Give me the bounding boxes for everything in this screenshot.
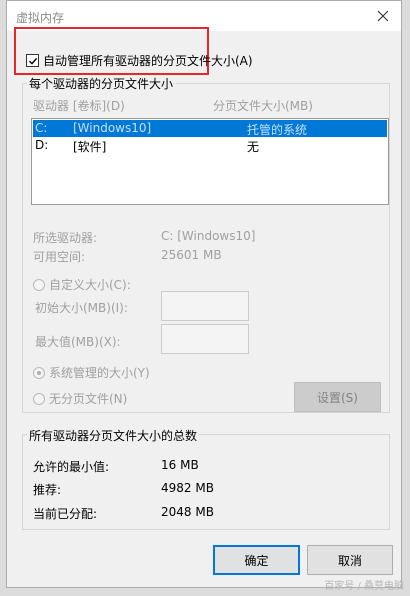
system-managed-radio[interactable] <box>33 366 45 379</box>
max-size-label: 最大值(MB)(X): <box>35 335 121 349</box>
set-button[interactable]: 设置(S) <box>294 382 381 412</box>
watermark: 百家号 / 桑莫电脑 <box>324 581 404 592</box>
no-paging-radio[interactable] <box>33 392 45 405</box>
dialog-title: 虚拟内存 <box>16 11 65 25</box>
checkmark-icon <box>28 57 37 65</box>
close-button[interactable] <box>369 3 397 29</box>
custom-size-label: 自定义大小(C): <box>49 278 131 292</box>
drive-list[interactable]: C: [Windows10] 托管的系统 D: [软件] 无 <box>31 118 389 205</box>
drive-volume-label: [Windows10] <box>73 121 152 135</box>
system-managed-label: 系统管理的大小(Y) <box>49 366 150 380</box>
max-size-input[interactable] <box>161 324 249 354</box>
virtual-memory-dialog: 虚拟内存 自动管理所有驱动器的分页文件大小(A) 每个驱动器的分页文件大小 驱动… <box>6 0 402 588</box>
custom-size-radio-row[interactable]: 自定义大小(C): <box>33 276 131 293</box>
system-managed-radio-row[interactable]: 系统管理的大小(Y) <box>33 364 150 381</box>
selected-drive-value: C: [Windows10] <box>161 229 256 243</box>
drive-row-d[interactable]: D: [软件] 无 <box>33 137 387 154</box>
initial-size-input[interactable] <box>161 291 249 321</box>
min-size-value: 16 MB <box>161 458 199 472</box>
no-paging-label: 无分页文件(N) <box>49 392 128 406</box>
no-paging-radio-row[interactable]: 无分页文件(N) <box>33 390 127 407</box>
free-space-label: 可用空间: <box>33 250 86 264</box>
drive-volume-label: [软件] <box>73 140 107 154</box>
size-column-header: 分页文件大小(MB) <box>213 99 313 113</box>
recommended-value: 4982 MB <box>161 481 214 495</box>
title-bar: 虚拟内存 <box>7 1 401 31</box>
drive-paging-size: 托管的系统 <box>247 123 308 137</box>
selected-drive-label: 所选驱动器: <box>33 231 98 245</box>
drive-letter: D: <box>35 138 49 152</box>
drive-column-header: 驱动器 [卷标](D) <box>33 99 125 113</box>
allocated-label: 当前已分配: <box>33 507 98 521</box>
drive-row-c[interactable]: C: [Windows10] 托管的系统 <box>33 120 387 137</box>
auto-manage-checkbox[interactable] <box>26 54 39 67</box>
auto-manage-checkbox-row[interactable]: 自动管理所有驱动器的分页文件大小(A) <box>26 52 253 69</box>
cancel-button[interactable]: 取消 <box>307 545 393 575</box>
drive-paging-size: 无 <box>247 140 260 154</box>
per-drive-group-title: 每个驱动器的分页文件大小 <box>27 75 176 92</box>
recommended-label: 推荐: <box>33 483 62 497</box>
ok-button[interactable]: 确定 <box>213 545 300 575</box>
totals-group-title: 所有驱动器分页文件大小的总数 <box>27 427 200 444</box>
auto-manage-label: 自动管理所有驱动器的分页文件大小(A) <box>43 54 253 68</box>
allocated-value: 2048 MB <box>161 505 214 519</box>
min-size-label: 允许的最小值: <box>33 460 110 474</box>
custom-size-radio[interactable] <box>33 278 45 291</box>
initial-size-label: 初始大小(MB)(I): <box>35 301 128 315</box>
free-space-value: 25601 MB <box>161 248 222 262</box>
close-icon <box>377 10 389 22</box>
drive-letter: C: <box>35 121 48 135</box>
